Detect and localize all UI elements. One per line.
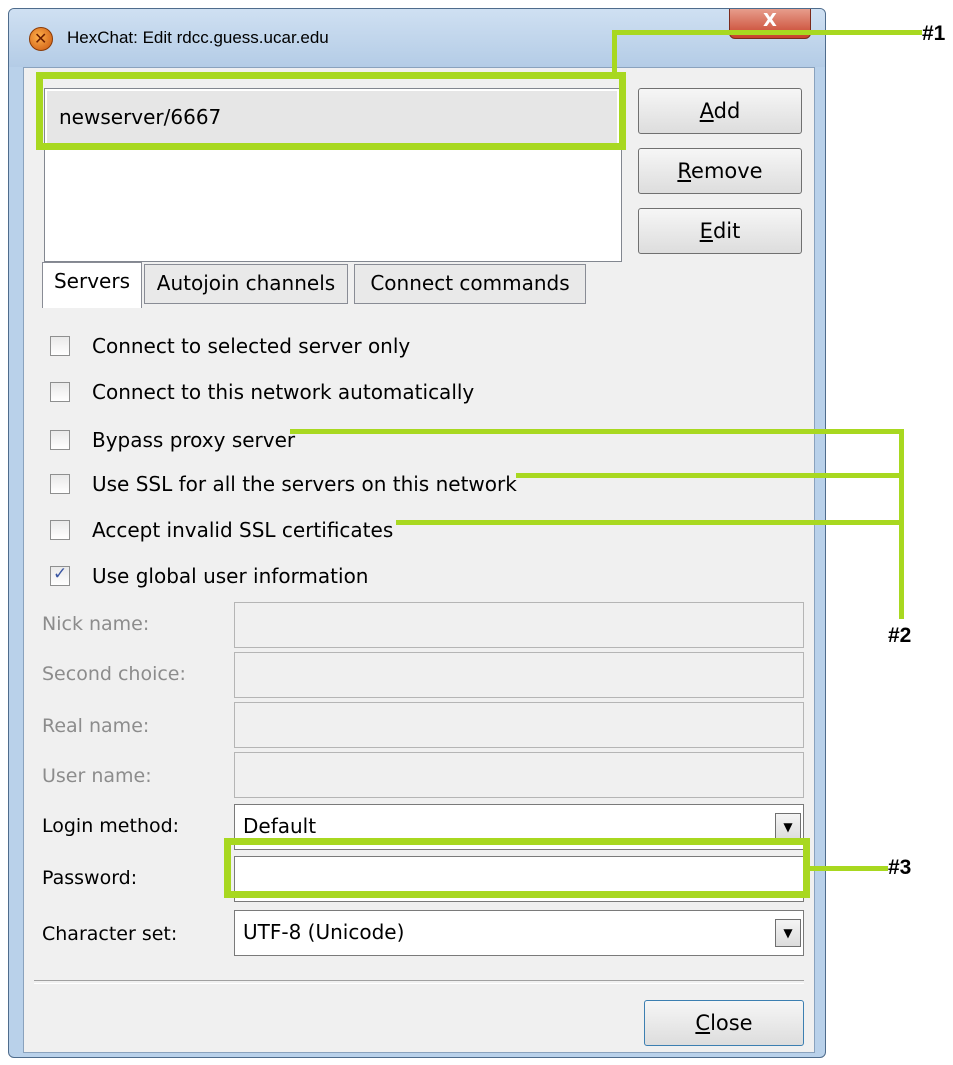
- use-global-user-info-checkbox[interactable]: [50, 564, 70, 586]
- second-choice-label: Second choice:: [42, 663, 186, 685]
- tab-connect-commands[interactable]: Connect commands: [354, 264, 586, 304]
- add-server-button[interactable]: Add: [638, 88, 802, 134]
- window-title: HexChat: Edit rdcc.guess.ucar.edu: [67, 28, 329, 47]
- callout-line-1-vertical: [612, 30, 617, 74]
- close-button[interactable]: Close: [644, 1000, 804, 1046]
- option-label: Use global user information: [92, 564, 369, 588]
- highlight-password-field: [224, 838, 810, 898]
- character-set-value: UTF-8 (Unicode): [243, 920, 405, 944]
- option-label: Bypass proxy server: [92, 428, 296, 452]
- annotation-marker-2: #2: [888, 624, 912, 647]
- real-name-label: Real name:: [42, 715, 150, 737]
- chevron-down-icon[interactable]: ▼: [775, 919, 801, 947]
- edit-server-button[interactable]: Edit: [638, 208, 802, 254]
- second-choice-field: [234, 652, 804, 698]
- user-name-field: [234, 752, 804, 798]
- hexchat-app-icon: ✕: [29, 27, 53, 51]
- separator: [34, 980, 804, 984]
- bypass-proxy-checkbox[interactable]: [50, 430, 70, 450]
- connect-automatically-checkbox[interactable]: [50, 382, 70, 402]
- dialog-body: newserver/6667 Add Remove Edit Servers A…: [23, 67, 815, 1053]
- edit-network-dialog: ✕ HexChat: Edit rdcc.guess.ucar.edu X ne…: [8, 8, 826, 1058]
- character-set-select[interactable]: UTF-8 (Unicode) ▼: [234, 910, 804, 956]
- nick-name-field: [234, 602, 804, 648]
- callout-line-2a: [290, 429, 904, 434]
- accept-invalid-ssl-checkbox[interactable]: [50, 520, 70, 540]
- connect-selected-only-checkbox[interactable]: [50, 336, 70, 356]
- annotation-marker-3: #3: [888, 856, 912, 879]
- character-set-label: Character set:: [42, 923, 178, 945]
- callout-line-2b: [516, 473, 904, 478]
- annotation-marker-1: #1: [922, 22, 946, 45]
- tab-autojoin-channels[interactable]: Autojoin channels: [144, 264, 348, 304]
- chevron-down-icon[interactable]: ▼: [775, 813, 801, 841]
- real-name-field: [234, 702, 804, 748]
- option-label: Connect to selected server only: [92, 334, 411, 358]
- option-label: Use SSL for all the servers on this netw…: [92, 472, 517, 496]
- remove-server-button[interactable]: Remove: [638, 148, 802, 194]
- callout-line-3: [808, 866, 888, 871]
- login-method-label: Login method:: [42, 815, 180, 837]
- nick-name-label: Nick name:: [42, 613, 150, 635]
- callout-line-2-vertical: [899, 429, 904, 619]
- tab-servers[interactable]: Servers: [42, 262, 142, 308]
- option-label: Accept invalid SSL certificates: [92, 518, 394, 542]
- option-label: Connect to this network automatically: [92, 380, 475, 404]
- use-ssl-checkbox[interactable]: [50, 474, 70, 494]
- title-bar[interactable]: ✕ HexChat: Edit rdcc.guess.ucar.edu X: [9, 9, 825, 67]
- password-label: Password:: [42, 867, 138, 889]
- callout-line-1: [616, 30, 922, 35]
- callout-line-2c: [396, 520, 904, 525]
- highlight-server-entry: [36, 72, 626, 150]
- user-name-label: User name:: [42, 765, 152, 787]
